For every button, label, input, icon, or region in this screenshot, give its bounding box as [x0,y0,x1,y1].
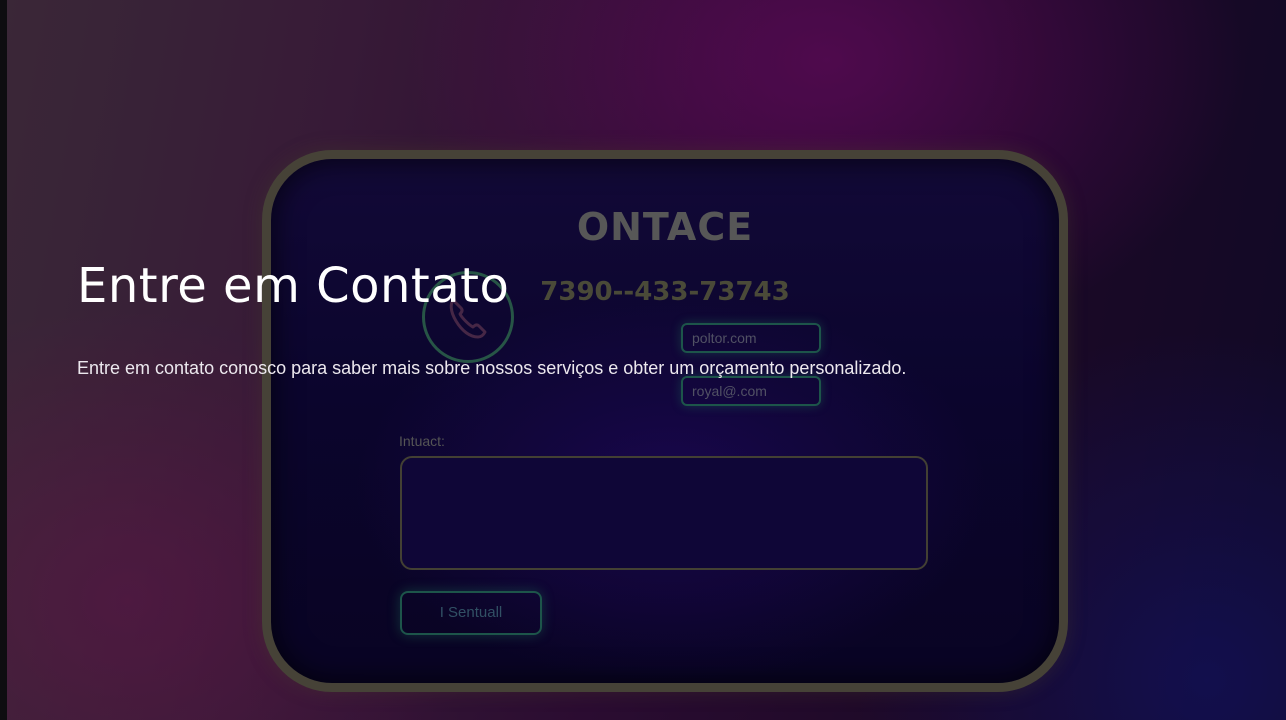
hero-description: Entre em contato conosco para saber mais… [77,358,907,378]
left-edge-strip [0,0,7,720]
page-title: Entre em Contato [77,258,510,314]
contact-page: ONTACE 7390--433-73743 poltor.com royal@… [0,0,1286,720]
